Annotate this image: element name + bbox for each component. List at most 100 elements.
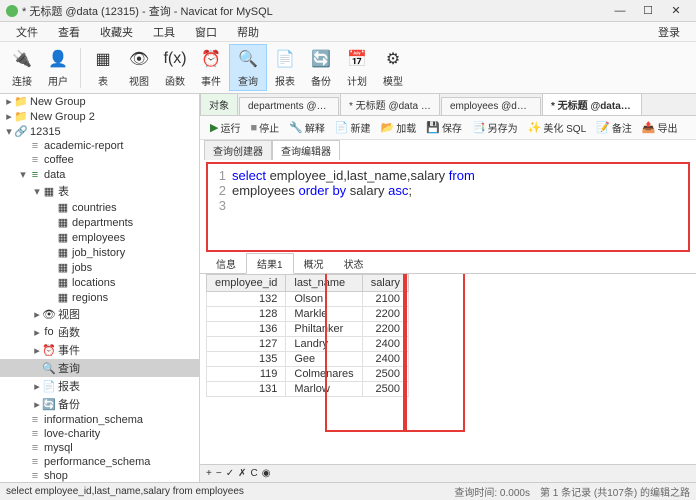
tree-item-locations[interactable]: ▦locations (0, 275, 199, 290)
expand-icon[interactable]: ▾ (18, 168, 28, 181)
tree-item-查询[interactable]: 🔍查询 (0, 359, 199, 377)
minimize-button[interactable]: — (606, 5, 634, 17)
node-icon: 📄 (42, 380, 56, 393)
result-tab-结果1[interactable]: 结果1 (246, 253, 294, 274)
action-解释[interactable]: 🔧解释 (285, 118, 329, 137)
toolbar-报表[interactable]: 📄报表 (267, 45, 303, 90)
expand-icon[interactable]: ▸ (32, 308, 42, 321)
action-备注[interactable]: 📝备注 (592, 118, 636, 137)
table-row[interactable]: 119Colmenares2500 (207, 367, 409, 382)
login-link[interactable]: 登录 (648, 24, 690, 40)
tree-item-employees[interactable]: ▦employees (0, 230, 199, 245)
tree-item-报表[interactable]: ▸📄报表 (0, 377, 199, 395)
action-停止[interactable]: ■停止 (246, 118, 283, 137)
toolbar-连接[interactable]: 🔌连接 (4, 45, 40, 90)
tree-item-data[interactable]: ▾≡data (0, 167, 199, 182)
menu-查看[interactable]: 查看 (48, 24, 90, 40)
sql-editor[interactable]: 1select employee_id,last_name,salary fro… (206, 162, 690, 252)
nav-button[interactable]: + (206, 468, 212, 479)
expand-icon[interactable]: ▸ (32, 398, 42, 411)
action-另存为[interactable]: 📑另存为 (468, 118, 522, 137)
tree-item-job_history[interactable]: ▦job_history (0, 245, 199, 260)
tree-item-备份[interactable]: ▸🔄备份 (0, 395, 199, 413)
toolbar-视图[interactable]: 👁视图 (121, 45, 157, 90)
result-tab-信息[interactable]: 信息 (206, 254, 246, 273)
table-row[interactable]: 135Gee2400 (207, 352, 409, 367)
nav-button[interactable]: ✓ (226, 468, 234, 479)
toolbar-函数[interactable]: f(x)函数 (157, 45, 193, 90)
result-tab-状态[interactable]: 状态 (334, 254, 374, 273)
tree-item-love-charity[interactable]: ≡love-charity (0, 427, 199, 441)
tree-item-New Group[interactable]: ▸📁New Group (0, 94, 199, 109)
tree-item-shop[interactable]: ≡shop (0, 469, 199, 482)
menu-文件[interactable]: 文件 (6, 24, 48, 40)
table-row[interactable]: 128Markle2200 (207, 307, 409, 322)
expand-icon[interactable]: ▾ (32, 185, 42, 198)
action-加载[interactable]: 📂加载 (377, 118, 421, 137)
maximize-button[interactable]: ☐ (634, 4, 662, 17)
tree-item-performance_schema[interactable]: ≡performance_schema (0, 455, 199, 469)
toolbar-备份[interactable]: 🔄备份 (303, 45, 339, 90)
menu-窗口[interactable]: 窗口 (185, 24, 227, 40)
nav-button[interactable]: ✗ (238, 468, 246, 479)
sidebar-tree[interactable]: ▸📁New Group▸📁New Group 2▾🔗12315≡academic… (0, 94, 200, 482)
tree-item-jobs[interactable]: ▦jobs (0, 260, 199, 275)
menu-帮助[interactable]: 帮助 (227, 24, 269, 40)
toolbar-用户[interactable]: 👤用户 (40, 45, 76, 90)
tree-item-regions[interactable]: ▦regions (0, 290, 199, 305)
node-icon: 📁 (14, 95, 28, 108)
expand-icon[interactable]: ▸ (32, 344, 42, 357)
result-grid[interactable]: employee_idlast_namesalary132Olson210012… (206, 274, 409, 397)
expand-icon[interactable]: ▸ (32, 326, 42, 339)
toolbar-事件[interactable]: ⏰事件 (193, 45, 229, 90)
action-美化 SQL[interactable]: ✨美化 SQL (524, 118, 591, 137)
tree-item-academic-report[interactable]: ≡academic-report (0, 139, 199, 153)
tree-item-New Group 2[interactable]: ▸📁New Group 2 (0, 109, 199, 124)
result-tab-概况[interactable]: 概况 (294, 254, 334, 273)
table-row[interactable]: 131Marlow2500 (207, 382, 409, 397)
toolbar-表[interactable]: ▦表 (85, 45, 121, 90)
toolbar-计划[interactable]: 📅计划 (339, 45, 375, 90)
action-运行[interactable]: ▶运行 (206, 118, 244, 137)
tree-item-coffee[interactable]: ≡coffee (0, 153, 199, 167)
column-header[interactable]: employee_id (207, 275, 286, 292)
tree-item-countries[interactable]: ▦countries (0, 200, 199, 215)
table-row[interactable]: 127Landry2400 (207, 337, 409, 352)
tree-item-表[interactable]: ▾▦表 (0, 182, 199, 200)
expand-icon[interactable]: ▸ (4, 95, 14, 108)
editor-tab[interactable]: 查询创建器 (204, 140, 272, 160)
tree-item-information_schema[interactable]: ≡information_schema (0, 413, 199, 427)
tab[interactable]: departments @dat... (239, 97, 339, 115)
menu-工具[interactable]: 工具 (143, 24, 185, 40)
tab[interactable]: * 无标题 @data (12... (542, 93, 642, 115)
expand-icon[interactable]: ▾ (4, 125, 14, 138)
menu-收藏夹[interactable]: 收藏夹 (90, 24, 143, 40)
tree-item-事件[interactable]: ▸⏰事件 (0, 341, 199, 359)
nav-button[interactable]: C (250, 468, 257, 479)
column-header[interactable]: last_name (286, 275, 362, 292)
action-新建[interactable]: 📄新建 (331, 118, 375, 137)
toolbar-查询[interactable]: 🔍查询 (229, 44, 267, 91)
tab[interactable]: 对象 (200, 93, 238, 115)
expand-icon[interactable]: ▸ (32, 380, 42, 393)
tree-item-departments[interactable]: ▦departments (0, 215, 199, 230)
close-button[interactable]: ✕ (662, 4, 690, 17)
node-icon: 🔄 (42, 398, 56, 411)
tree-item-视图[interactable]: ▸👁视图 (0, 305, 199, 323)
nav-button[interactable]: ◉ (262, 468, 271, 479)
tree-item-mysql[interactable]: ≡mysql (0, 441, 199, 455)
table-row[interactable]: 132Olson2100 (207, 292, 409, 307)
nav-button[interactable]: − (216, 468, 222, 479)
expand-icon[interactable]: ▸ (4, 110, 14, 123)
tab[interactable]: * 无标题 @data (12... (340, 93, 440, 115)
editor-tab[interactable]: 查询编辑器 (272, 140, 340, 160)
action-保存[interactable]: 💾保存 (422, 118, 466, 137)
column-header[interactable]: salary (362, 275, 408, 292)
用户-icon: 👤 (46, 47, 70, 71)
tree-item-12315[interactable]: ▾🔗12315 (0, 124, 199, 139)
tree-item-函数[interactable]: ▸fo函数 (0, 323, 199, 341)
toolbar-模型[interactable]: ⚙模型 (375, 45, 411, 90)
tab[interactable]: employees @data (... (441, 97, 541, 115)
action-导出[interactable]: 📤导出 (638, 118, 682, 137)
table-row[interactable]: 136Philtanker2200 (207, 322, 409, 337)
